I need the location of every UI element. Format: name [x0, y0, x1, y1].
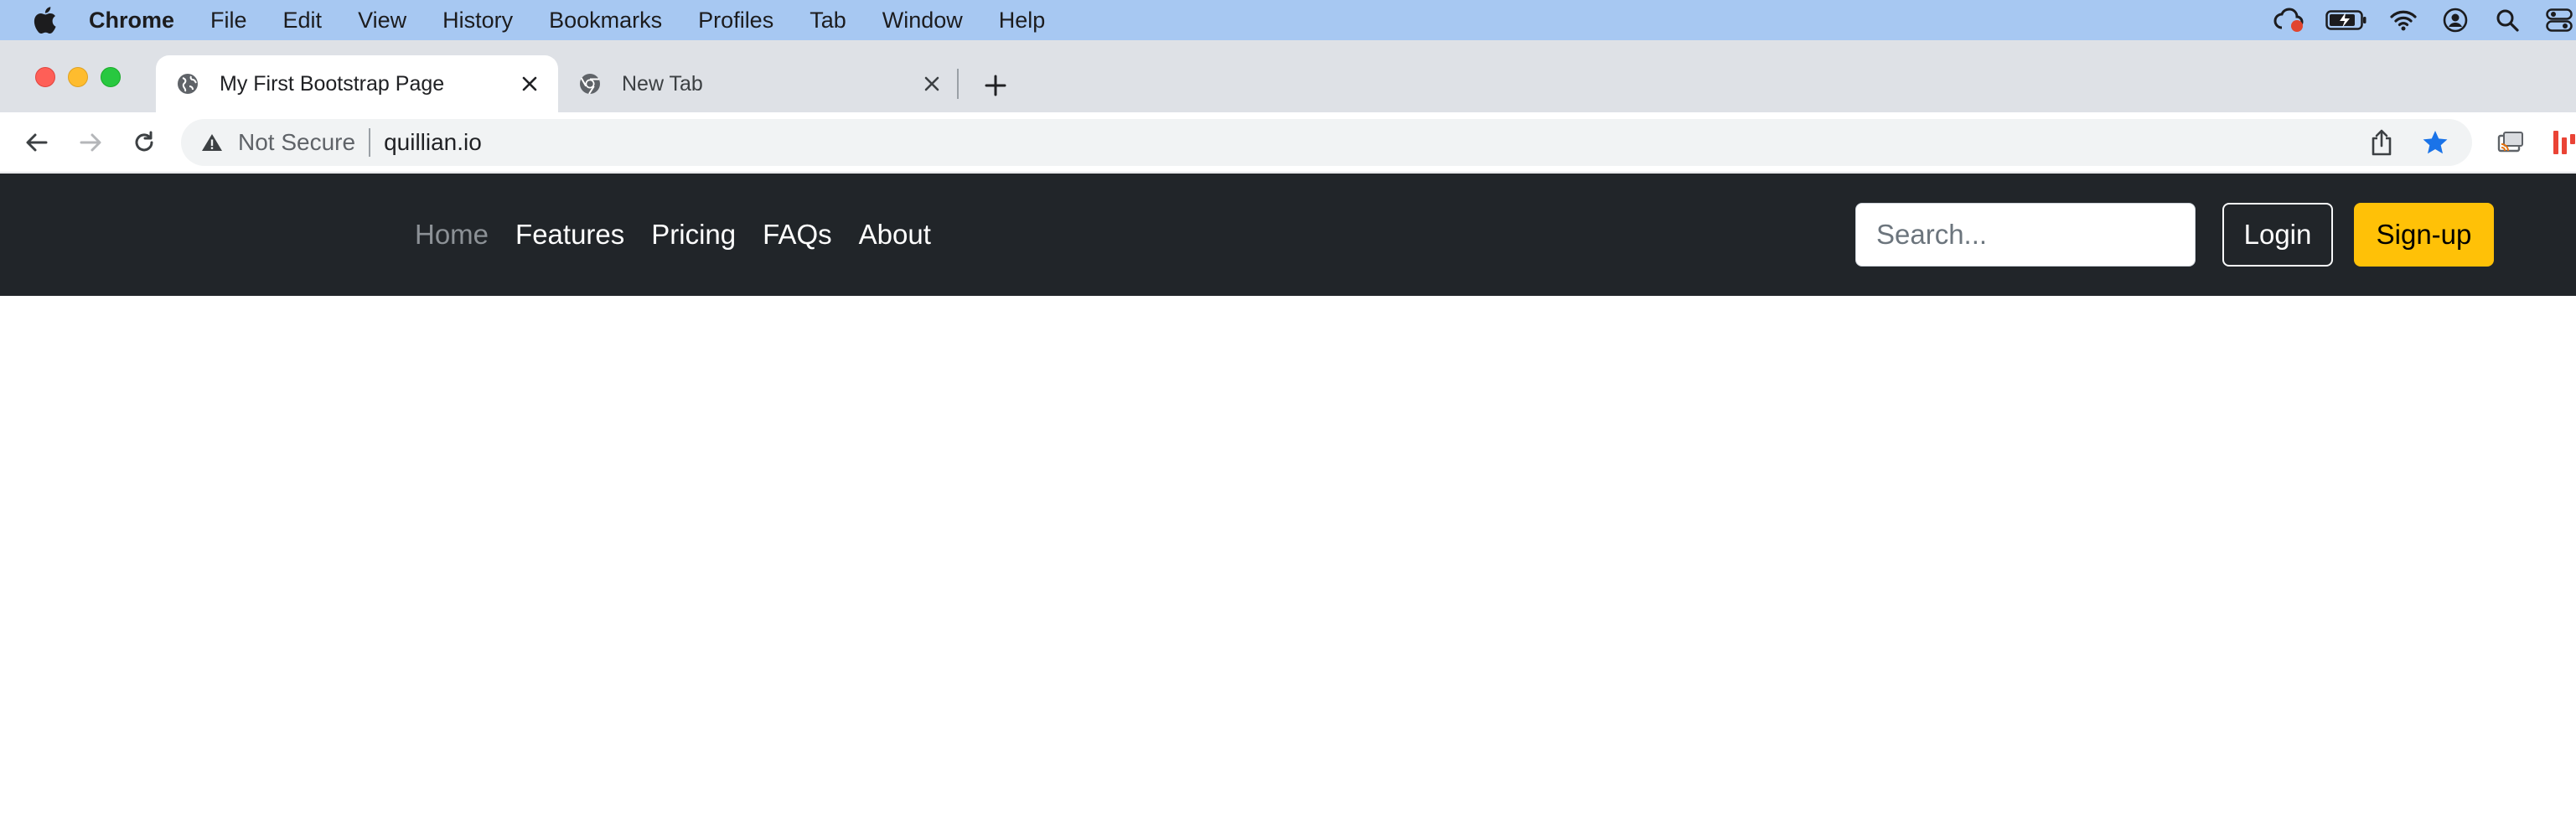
- browser-tab-strip: My First Bootstrap Page New Tab: [0, 40, 2576, 112]
- creative-cloud-icon[interactable]: [2273, 3, 2306, 37]
- control-center-icon[interactable]: [2542, 3, 2576, 37]
- security-status-label[interactable]: Not Secure: [238, 129, 355, 156]
- reload-icon[interactable]: [127, 126, 161, 159]
- tab-my-first-bootstrap-page[interactable]: My First Bootstrap Page: [156, 55, 558, 112]
- menu-bookmarks[interactable]: Bookmarks: [549, 8, 662, 34]
- site-nav-links: Home Features Pricing FAQs About: [415, 173, 958, 296]
- share-icon[interactable]: [2365, 126, 2398, 159]
- window-close-button[interactable]: [35, 67, 55, 87]
- site-navbar: Home Features Pricing FAQs About Login S…: [0, 173, 2576, 296]
- omnibox-divider: [369, 128, 371, 157]
- nav-link-pricing[interactable]: Pricing: [651, 219, 736, 251]
- omnibox-actions: [2365, 119, 2472, 166]
- spotlight-search-icon[interactable]: [2491, 3, 2524, 37]
- menu-tab[interactable]: Tab: [810, 8, 846, 34]
- nav-link-about[interactable]: About: [859, 219, 931, 251]
- url-text[interactable]: quillian.io: [384, 129, 482, 156]
- globe-icon: [174, 70, 201, 97]
- signup-button[interactable]: Sign-up: [2354, 203, 2494, 267]
- menu-view[interactable]: View: [358, 8, 406, 34]
- user-account-icon[interactable]: [2439, 3, 2472, 37]
- menu-profiles[interactable]: Profiles: [698, 8, 773, 34]
- apple-logo-icon[interactable]: [32, 6, 57, 34]
- macos-menu-bar: Chrome File Edit View History Bookmarks …: [0, 0, 2576, 40]
- warning-icon[interactable]: [199, 130, 225, 155]
- window-minimize-button[interactable]: [68, 67, 88, 87]
- close-icon[interactable]: [513, 67, 546, 101]
- page-content-area: [0, 296, 2576, 813]
- browser-toolbar: Not Secure quillian.io: [0, 112, 2576, 173]
- forward-arrow-icon[interactable]: [74, 126, 107, 159]
- extension-icon[interactable]: [2548, 126, 2576, 159]
- tab-title: My First Bootstrap Page: [220, 71, 445, 96]
- nav-link-home[interactable]: Home: [415, 219, 489, 251]
- wifi-icon[interactable]: [2387, 3, 2420, 37]
- menu-window[interactable]: Window: [882, 8, 963, 34]
- tab-title: New Tab: [622, 71, 703, 96]
- new-tab-plus-icon[interactable]: [977, 67, 1014, 104]
- address-bar[interactable]: Not Secure quillian.io: [181, 119, 2472, 166]
- chrome-icon: [577, 70, 603, 97]
- menubar-status-area: [2254, 0, 2576, 40]
- nav-link-features[interactable]: Features: [515, 219, 624, 251]
- search-input[interactable]: [1855, 203, 2196, 267]
- tab-new-tab[interactable]: New Tab: [558, 55, 960, 112]
- menu-app-chrome[interactable]: Chrome: [89, 8, 174, 34]
- battery-charging-icon[interactable]: [2325, 3, 2368, 37]
- cast-icon[interactable]: [2494, 126, 2527, 159]
- close-icon[interactable]: [915, 67, 949, 101]
- back-arrow-icon[interactable]: [20, 126, 54, 159]
- tab-separator: [957, 69, 959, 99]
- bookmark-star-icon[interactable]: [2418, 126, 2452, 159]
- login-button[interactable]: Login: [2222, 203, 2333, 267]
- menu-file[interactable]: File: [210, 8, 247, 34]
- window-zoom-button[interactable]: [101, 67, 121, 87]
- nav-link-faqs[interactable]: FAQs: [763, 219, 832, 251]
- menu-edit[interactable]: Edit: [283, 8, 323, 34]
- menu-history[interactable]: History: [442, 8, 513, 34]
- menu-help[interactable]: Help: [999, 8, 1046, 34]
